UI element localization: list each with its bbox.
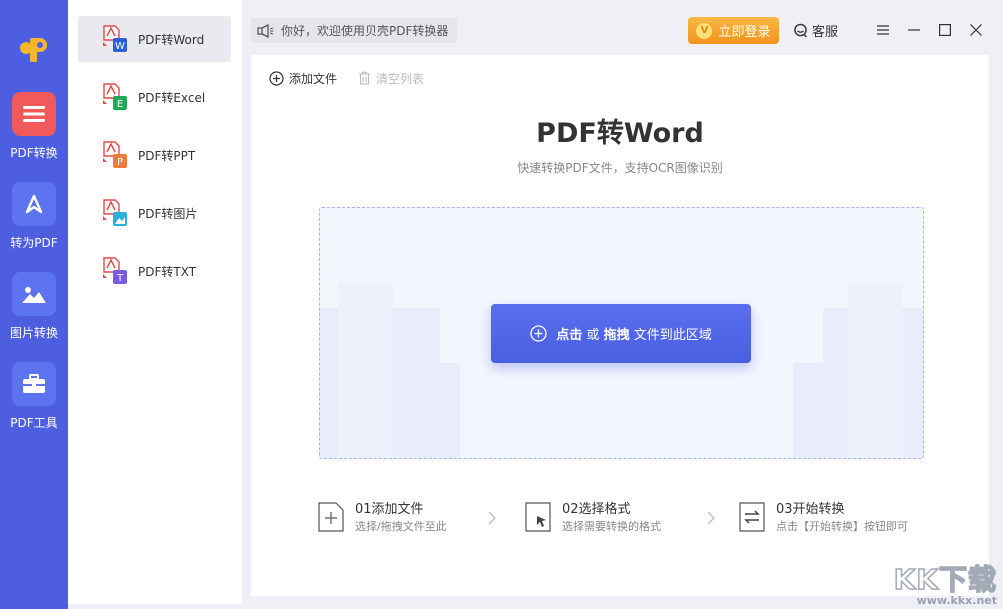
plus-circle-icon — [269, 70, 284, 86]
maximize-icon — [939, 24, 951, 36]
submenu-label: PDF转图片 — [138, 206, 198, 221]
decor-building — [848, 283, 903, 458]
step-title: 03开始转换 — [776, 502, 845, 517]
page-subtitle: 快速转换PDF文件，支持OCR图像识别 — [517, 161, 723, 175]
step-title: 02选择格式 — [562, 502, 631, 517]
add-file-button[interactable]: 添加文件 — [269, 70, 337, 86]
nav-to-pdf[interactable]: 转为PDF — [0, 182, 68, 262]
toolbox-icon — [12, 362, 56, 406]
conversion-submenu: W PDF转Word E PDF转Excel P PDF转PPT PDF转图片 … — [68, 0, 242, 604]
menu-icon — [12, 92, 56, 136]
upload-text-rest: 文件到此区域 — [629, 328, 712, 343]
upload-file-button[interactable]: 点击 或 拖拽 文件到此区域 — [491, 304, 751, 363]
convert-step-icon — [739, 502, 765, 532]
submenu-label: PDF转PPT — [138, 148, 196, 163]
decor-building — [420, 363, 460, 458]
watermark-logo: KK下载 — [893, 562, 997, 597]
speaker-icon — [257, 23, 274, 38]
submenu-label: PDF转Word — [138, 32, 205, 47]
chevron-right-icon — [707, 511, 715, 525]
pdf-to-ppt-icon: P — [103, 141, 127, 168]
minimize-icon — [908, 29, 920, 31]
submenu-pdf-to-excel[interactable]: E PDF转Excel — [78, 74, 231, 120]
pdf-to-image-icon — [103, 199, 127, 226]
decor-building — [338, 283, 393, 458]
login-label: 立即登录 — [718, 25, 771, 40]
add-file-label: 添加文件 — [289, 71, 338, 86]
svg-text:P: P — [117, 157, 123, 168]
plus-circle-icon — [530, 325, 547, 342]
submenu-pdf-to-word[interactable]: W PDF转Word — [78, 16, 231, 62]
nav-pdf-convert[interactable]: PDF转换 — [0, 92, 68, 172]
notice-text: 你好，欢迎使用贝壳PDF转换器 — [281, 24, 449, 38]
login-button[interactable]: V 立即登录 — [688, 17, 779, 44]
nav-label: 转为PDF — [10, 236, 58, 250]
file-drop-zone[interactable]: 点击 或 拖拽 文件到此区域 — [319, 207, 924, 459]
chevron-right-icon — [488, 511, 496, 525]
submenu-pdf-to-ppt[interactable]: P PDF转PPT — [78, 132, 231, 178]
svg-text:T: T — [116, 273, 124, 284]
chat-icon — [794, 23, 807, 37]
upload-text-click: 点击 — [556, 328, 583, 343]
hamburger-icon — [877, 25, 889, 35]
trash-icon — [359, 71, 370, 85]
main-panel: 添加文件 清空列表 PDF转Word 快速转换PDF文件，支持OCR图像识别 点… — [251, 55, 989, 596]
nav-image-convert[interactable]: 图片转换 — [0, 272, 68, 352]
nav-label: 图片转换 — [9, 326, 58, 340]
pdf-to-txt-icon: T — [103, 257, 127, 284]
svg-text:W: W — [115, 41, 125, 52]
nav-label: PDF转换 — [10, 146, 58, 160]
pdf-to-word-icon: W — [103, 25, 127, 52]
svg-text:E: E — [117, 99, 123, 110]
image-icon — [12, 272, 56, 316]
step-desc: 选择需要转换的格式 — [562, 520, 661, 533]
vip-badge-icon: V — [696, 22, 713, 39]
step-desc: 选择/拖拽文件至此 — [355, 520, 447, 533]
close-icon — [970, 24, 982, 36]
service-label: 客服 — [812, 24, 839, 40]
welcome-notice: 你好，欢迎使用贝壳PDF转换器 — [251, 18, 457, 43]
triangle-icon — [12, 182, 56, 226]
add-file-step-icon — [318, 502, 344, 532]
submenu-pdf-to-image[interactable]: PDF转图片 — [78, 190, 231, 236]
app-logo-icon — [20, 38, 47, 62]
close-button[interactable] — [966, 20, 986, 40]
submenu-label: PDF转Excel — [138, 90, 206, 105]
upload-text-or: 或 — [582, 328, 604, 343]
select-format-step-icon — [525, 502, 551, 532]
main-menu-button[interactable] — [873, 20, 893, 40]
page-title: PDF转Word — [536, 118, 704, 149]
maximize-button[interactable] — [935, 20, 955, 40]
nav-label: PDF工具 — [10, 416, 58, 430]
decor-building — [793, 363, 833, 458]
nav-pdf-tools[interactable]: PDF工具 — [0, 362, 68, 442]
submenu-label: PDF转TXT — [138, 264, 197, 279]
left-rail: PDF转换 转为PDF 图片转换 PDF工具 — [0, 0, 68, 609]
clear-list-label: 清空列表 — [376, 71, 425, 86]
customer-service-button[interactable]: 客服 — [793, 20, 838, 40]
site-watermark: KK下载 www.kkx.net — [893, 558, 997, 607]
upload-text-drag: 拖拽 — [603, 328, 630, 343]
pdf-to-excel-icon: E — [103, 83, 127, 110]
step-title: 01添加文件 — [355, 502, 424, 517]
minimize-button[interactable] — [904, 20, 924, 40]
submenu-pdf-to-txt[interactable]: T PDF转TXT — [78, 248, 231, 294]
clear-list-button[interactable]: 清空列表 — [358, 70, 424, 86]
step-desc: 点击【开始转换】按钮即可 — [776, 520, 908, 533]
